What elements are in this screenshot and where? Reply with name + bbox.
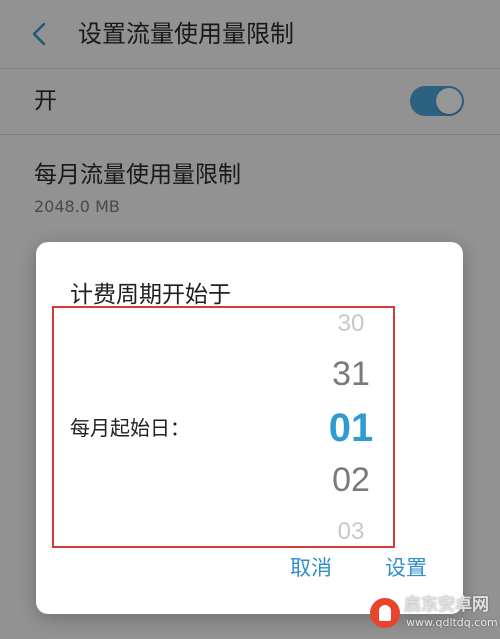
watermark-url: www.qdltdq.com: [406, 616, 498, 629]
wheel-option[interactable]: 30: [316, 312, 386, 336]
billing-cycle-dialog: 计费周期开始于 每月起始日： 30 31 01 02 03 取消 设置: [36, 242, 463, 614]
wheel-option[interactable]: 31: [316, 354, 386, 394]
start-day-label: 每月起始日：: [70, 416, 190, 440]
watermark-name: 启东安卓网: [404, 595, 489, 615]
cancel-button[interactable]: 取消: [290, 554, 332, 582]
set-button[interactable]: 设置: [385, 554, 427, 582]
wheel-option[interactable]: 02: [316, 460, 386, 500]
site-watermark: 启东安卓网 www.qdltdq.com: [370, 592, 500, 636]
wheel-option[interactable]: 03: [316, 520, 386, 544]
watermark-logo-icon: [370, 598, 400, 628]
wheel-selected-option[interactable]: 01: [316, 404, 386, 452]
